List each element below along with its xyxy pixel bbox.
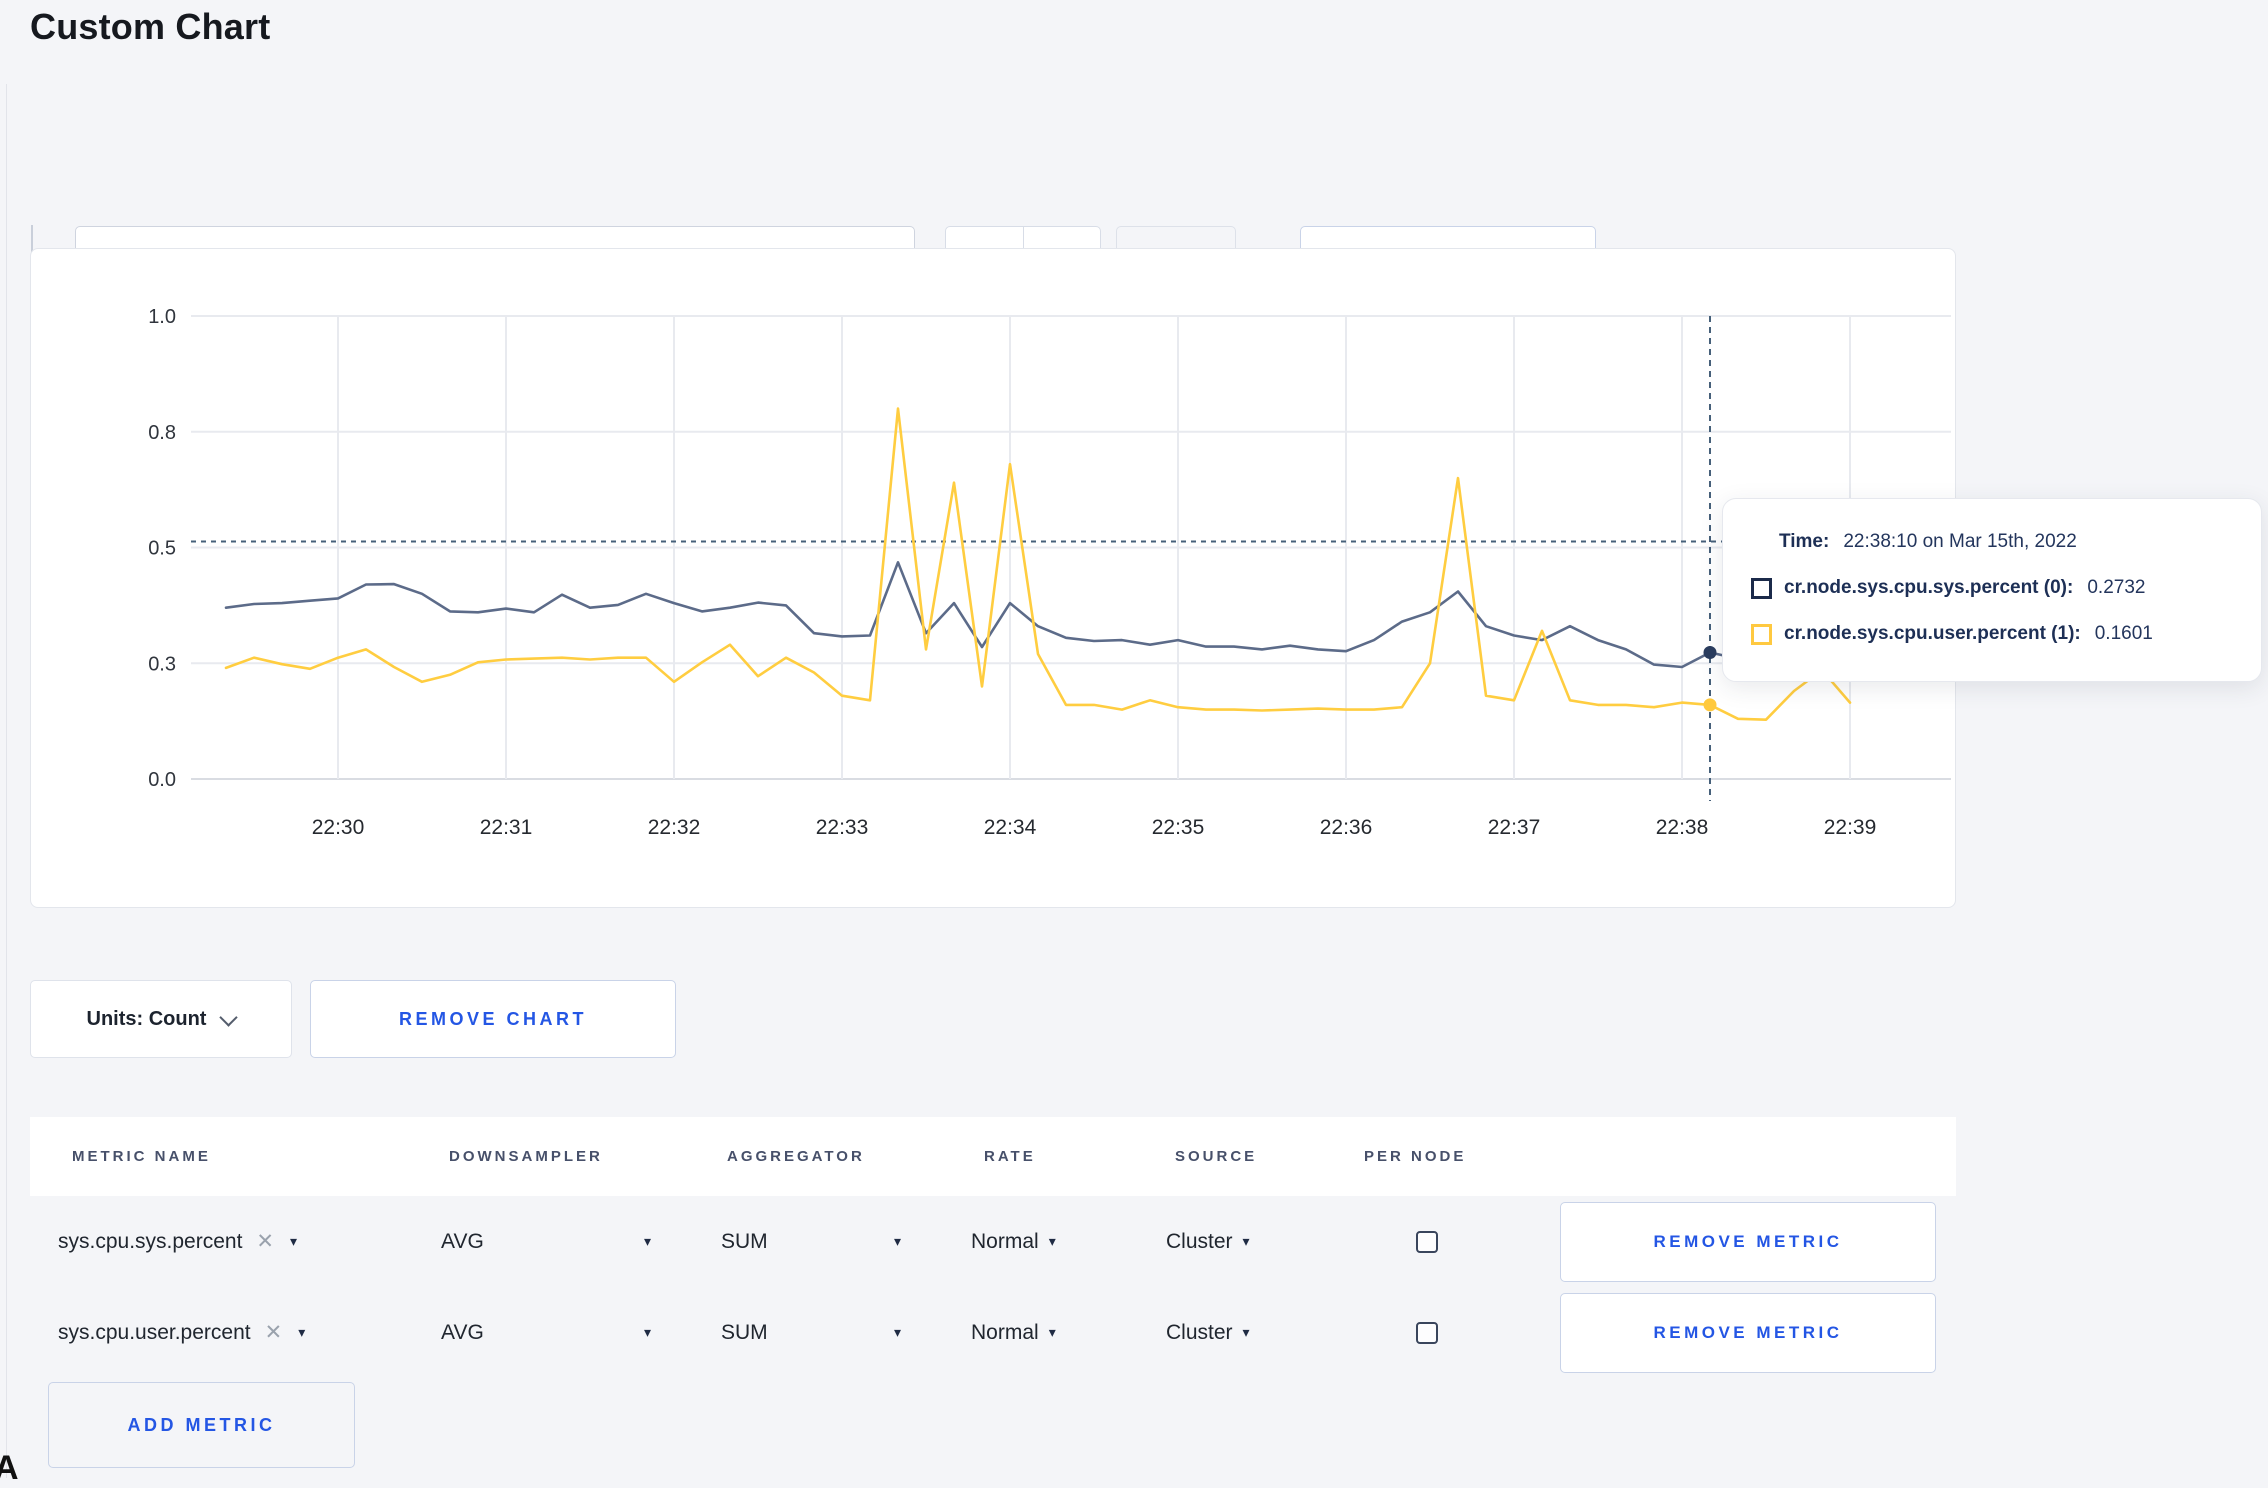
chart-tooltip: Time: 22:38:10 on Mar 15th, 2022 cr.node…: [1722, 498, 2262, 682]
column-header-metric-name: METRIC NAME: [72, 1148, 211, 1165]
source-value: Cluster: [1166, 1320, 1233, 1344]
tooltip-series-label: cr.node.sys.cpu.user.percent (1):: [1784, 623, 2081, 644]
tooltip-time-row: Time: 22:38:10 on Mar 15th, 2022: [1779, 519, 2261, 565]
rate-select[interactable]: Normal ▾: [971, 1230, 1056, 1254]
caret-down-icon: ▾: [1048, 1233, 1056, 1249]
downsampler-value: AVG: [441, 1229, 484, 1253]
downsampler-select[interactable]: AVG ▾: [441, 1230, 651, 1254]
remove-chart-button[interactable]: REMOVE CHART: [310, 980, 676, 1058]
caret-down-icon: ▾: [893, 1233, 901, 1249]
x-axis-tick-label: 22:30: [312, 816, 365, 839]
metric-row: sys.cpu.sys.percent ✕ ▾ AVG ▾ SUM ▾ Norm…: [30, 1196, 1956, 1287]
rate-value: Normal: [971, 1229, 1039, 1253]
x-axis-tick-label: 22:37: [1488, 816, 1541, 839]
aggregator-select[interactable]: SUM ▾: [721, 1230, 901, 1254]
aggregator-select[interactable]: SUM ▾: [721, 1321, 901, 1345]
per-node-checkbox[interactable]: [1416, 1321, 1438, 1344]
x-axis-tick-label: 22:32: [648, 816, 701, 839]
metric-name-value: sys.cpu.sys.percent: [58, 1229, 243, 1253]
y-axis-tick-label: 0.0: [148, 769, 176, 791]
clipped-background-text: A: [0, 1449, 19, 1487]
x-axis-tick-label: 22:35: [1152, 816, 1205, 839]
clear-metric-icon[interactable]: ✕: [265, 1320, 283, 1345]
caret-down-icon: ▾: [290, 1233, 298, 1249]
y-axis-tick-label: 1.0: [148, 306, 176, 328]
source-value: Cluster: [1166, 1229, 1233, 1253]
caret-down-icon: ▾: [298, 1324, 306, 1340]
caret-down-icon: ▾: [893, 1324, 901, 1340]
downsampler-value: AVG: [441, 1320, 484, 1344]
sidebar-edge-divider: [6, 84, 7, 1478]
caret-down-icon: ▾: [643, 1233, 651, 1249]
column-header-rate: RATE: [984, 1148, 1036, 1165]
remove-metric-button[interactable]: REMOVE METRIC: [1560, 1201, 1936, 1282]
x-axis-tick-label: 22:39: [1824, 816, 1877, 839]
y-axis-tick-label: 0.3: [148, 653, 176, 675]
tooltip-series-row: cr.node.sys.cpu.sys.percent (0): 0.2732: [1751, 565, 2261, 611]
remove-metric-button[interactable]: REMOVE METRIC: [1560, 1292, 1936, 1373]
column-header-downsampler: DOWNSAMPLER: [449, 1148, 603, 1165]
metrics-chart[interactable]: 1.0 0.8 0.5 0.3 0.0 22:30 22:31 22:32 22:33 22:34…: [31, 249, 1955, 907]
source-select[interactable]: Cluster ▾: [1166, 1230, 1250, 1254]
y-axis-tick-label: 0.5: [148, 538, 176, 560]
per-node-checkbox[interactable]: [1416, 1230, 1438, 1253]
chart-card: 1.0 0.8 0.5 0.3 0.0 22:30 22:31 22:32 22:33 22:34…: [30, 248, 1956, 908]
tooltip-series-label: cr.node.sys.cpu.sys.percent (0):: [1784, 577, 2074, 598]
crosshair-dot-1: [1703, 698, 1717, 712]
caret-down-icon: ▾: [643, 1324, 651, 1340]
x-axis-tick-label: 22:34: [984, 816, 1037, 839]
add-metric-button[interactable]: ADD METRIC: [48, 1382, 355, 1468]
downsampler-select[interactable]: AVG ▾: [441, 1321, 651, 1345]
rate-select[interactable]: Normal ▾: [971, 1321, 1056, 1345]
series-swatch-icon: [1751, 577, 1772, 599]
units-dropdown[interactable]: Units: Count: [30, 980, 292, 1058]
series-swatch-icon: [1751, 623, 1772, 645]
tooltip-series-row: cr.node.sys.cpu.user.percent (1): 0.1601: [1751, 611, 2261, 657]
column-header-per-node: PER NODE: [1364, 1148, 1467, 1165]
aggregator-value: SUM: [721, 1320, 768, 1344]
x-axis-tick-label: 22:38: [1656, 816, 1709, 839]
x-axis-tick-label: 22:31: [480, 816, 533, 839]
caret-down-icon: ▾: [1242, 1324, 1250, 1340]
metric-name-select[interactable]: sys.cpu.user.percent ✕ ▾: [58, 1320, 441, 1345]
x-axis-tick-label: 22:36: [1320, 816, 1373, 839]
x-axis-tick-label: 22:33: [816, 816, 869, 839]
tooltip-series-value: 0.2732: [2087, 577, 2146, 598]
series-line-1: [224, 407, 1852, 722]
crosshair-dot-0: [1703, 646, 1717, 660]
units-label: Units: Count: [86, 1007, 207, 1030]
chevron-down-icon: [219, 1007, 239, 1027]
y-axis-tick-label: 0.8: [148, 422, 176, 444]
clear-metric-icon[interactable]: ✕: [256, 1229, 274, 1254]
aggregator-value: SUM: [721, 1229, 768, 1253]
rate-value: Normal: [971, 1320, 1039, 1344]
metric-name-value: sys.cpu.user.percent: [58, 1320, 251, 1344]
tooltip-series-value: 0.1601: [2094, 623, 2153, 644]
page-title: Custom Chart: [30, 6, 271, 47]
source-select[interactable]: Cluster ▾: [1166, 1321, 1250, 1345]
metrics-table-header: METRIC NAME DOWNSAMPLER AGGREGATOR RATE …: [30, 1117, 1956, 1196]
metric-row: sys.cpu.user.percent ✕ ▾ AVG ▾ SUM ▾ Nor…: [30, 1287, 1956, 1378]
tooltip-time-value: 22:38:10 on Mar 15th, 2022: [1843, 531, 2077, 552]
tooltip-time-label: Time:: [1779, 531, 1830, 552]
caret-down-icon: ▾: [1048, 1324, 1056, 1340]
column-header-source: SOURCE: [1175, 1148, 1258, 1165]
metric-name-select[interactable]: sys.cpu.sys.percent ✕ ▾: [58, 1229, 441, 1254]
caret-down-icon: ▾: [1242, 1233, 1250, 1249]
column-header-aggregator: AGGREGATOR: [727, 1148, 865, 1165]
